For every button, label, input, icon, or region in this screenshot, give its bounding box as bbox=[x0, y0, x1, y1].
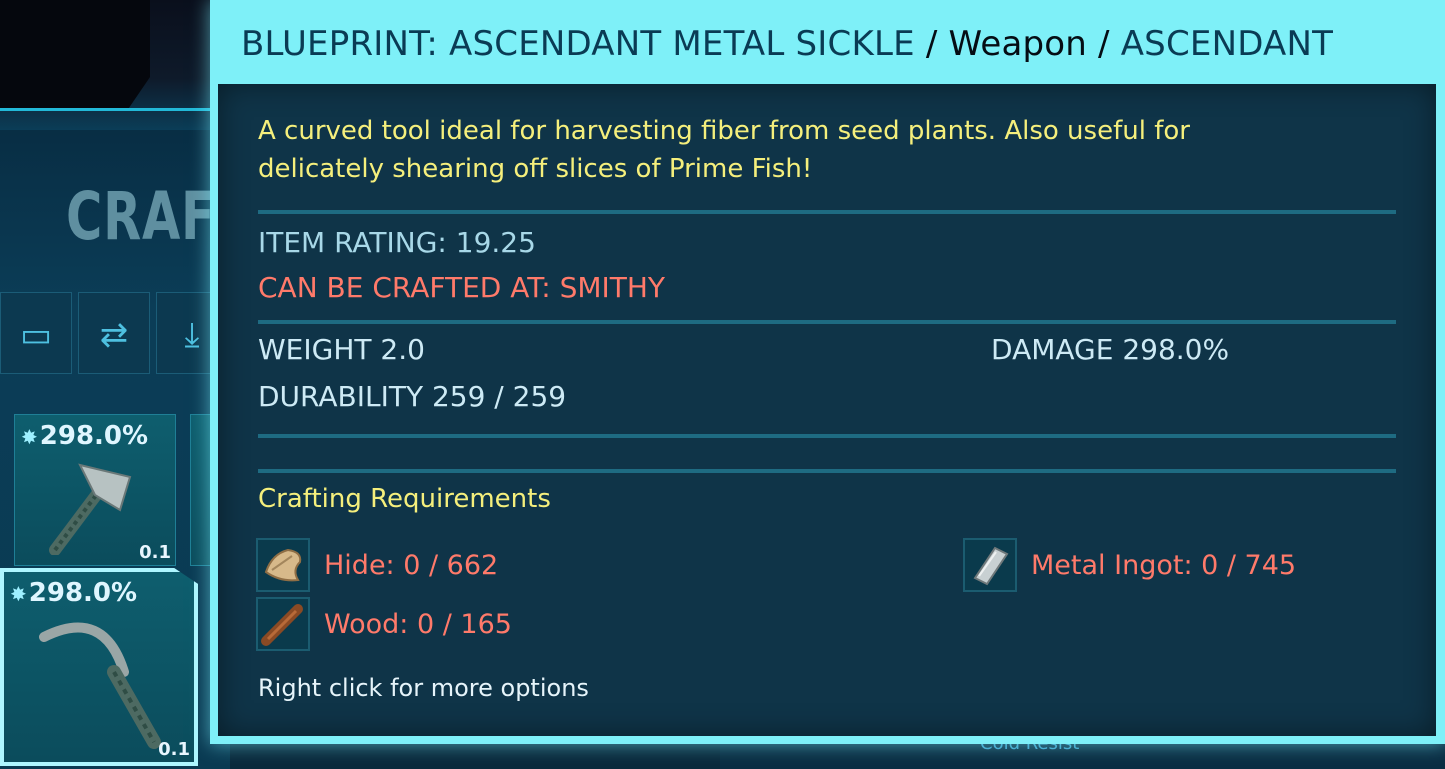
divider bbox=[258, 210, 1396, 214]
item-weight: WEIGHT 2.0 bbox=[258, 333, 425, 366]
requirement-label: Hide: 0 / 662 bbox=[324, 549, 499, 581]
character-preview-shadow bbox=[0, 0, 150, 110]
slot-weight: 0.1 bbox=[139, 542, 171, 563]
requirement-metal-ingot: Metal Ingot: 0 / 745 bbox=[963, 538, 1297, 592]
folder-icon: ▭ bbox=[19, 315, 53, 355]
requirement-label: Metal Ingot: 0 / 745 bbox=[1031, 549, 1297, 581]
item-description: A curved tool ideal for harvesting fiber… bbox=[258, 116, 1190, 184]
title-separator: / bbox=[1098, 24, 1110, 64]
folder-icon-button[interactable]: ▭ bbox=[0, 292, 72, 374]
star-icon: ✸ bbox=[10, 582, 27, 606]
item-tooltip: BLUEPRINT: ASCENDANT METAL SICKLE / Weap… bbox=[210, 0, 1445, 744]
tooltip-body: A curved tool ideal for harvesting fiber… bbox=[218, 84, 1436, 736]
title-separator: / bbox=[925, 24, 938, 64]
swap-arrows-icon: ⇄ bbox=[99, 315, 129, 355]
requirement-wood: Wood: 0 / 165 bbox=[256, 597, 512, 651]
transfer-button[interactable]: ⇄ bbox=[78, 292, 150, 374]
slot-quality: ✸298.0% bbox=[21, 421, 149, 451]
wood-icon bbox=[256, 597, 310, 651]
sickle-icon bbox=[39, 622, 161, 749]
requirement-label: Wood: 0 / 165 bbox=[324, 608, 512, 640]
crafting-station: CAN BE CRAFTED AT: SMITHY bbox=[258, 271, 666, 304]
metal-ingot-icon bbox=[963, 538, 1017, 592]
hatchet-icon bbox=[49, 463, 132, 555]
item-damage: DAMAGE 298.0% bbox=[991, 333, 1230, 366]
inventory-slot-hatchet[interactable]: ✸298.0% 0.1 bbox=[14, 414, 176, 566]
hide-icon bbox=[256, 538, 310, 592]
topbar-stripe bbox=[0, 108, 230, 111]
requirements-header: Crafting Requirements bbox=[258, 484, 551, 514]
item-durability: DURABILITY 259 / 259 bbox=[258, 380, 567, 413]
inventory-topbar bbox=[0, 0, 230, 130]
item-quality: ASCENDANT bbox=[1120, 24, 1334, 64]
item-rating: ITEM RATING: 19.25 bbox=[258, 226, 536, 259]
item-type: Weapon bbox=[948, 24, 1088, 64]
tooltip-title: BLUEPRINT: ASCENDANT METAL SICKLE / Weap… bbox=[241, 24, 1333, 72]
slot-quality: ✸298.0% bbox=[10, 578, 138, 608]
item-name: BLUEPRINT: ASCENDANT METAL SICKLE bbox=[241, 24, 915, 64]
inventory-action-row: ▭ ⇄ ⤓ bbox=[0, 292, 230, 380]
divider bbox=[258, 434, 1396, 438]
divider bbox=[258, 469, 1396, 473]
star-icon: ✸ bbox=[21, 425, 38, 449]
divider bbox=[258, 320, 1396, 324]
inventory-slot-sickle[interactable]: ✸298.0% 0.1 bbox=[0, 568, 198, 766]
requirement-hide: Hide: 0 / 662 bbox=[256, 538, 499, 592]
slot-weight: 0.1 bbox=[158, 739, 190, 760]
context-hint: Right click for more options bbox=[258, 674, 589, 702]
